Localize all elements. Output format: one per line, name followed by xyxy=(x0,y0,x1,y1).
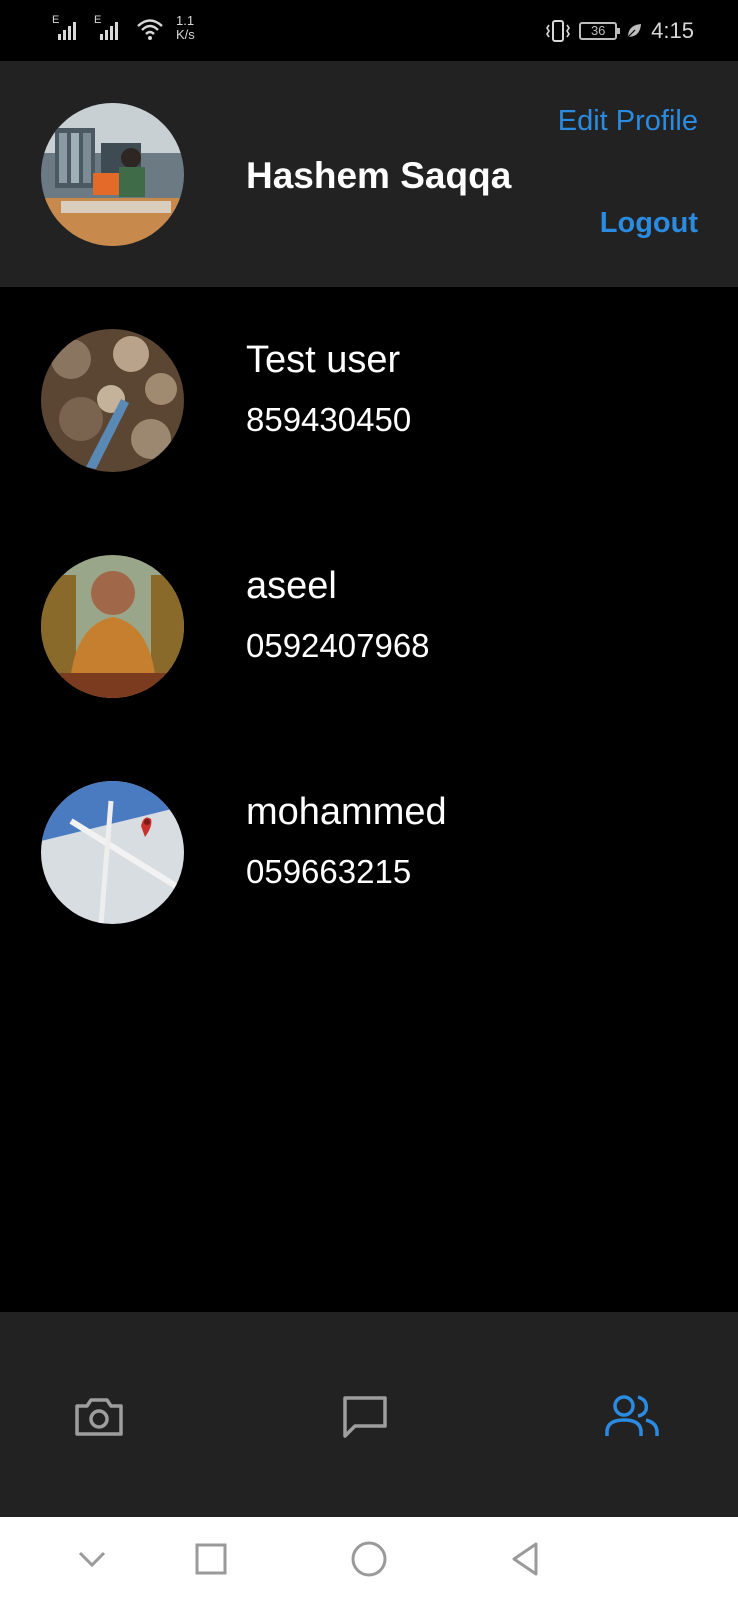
list-item[interactable]: mohammed 059663215 xyxy=(0,781,738,981)
contact-photo xyxy=(41,781,184,924)
system-nav-bar xyxy=(0,1517,738,1600)
battery-icon: 36 xyxy=(579,22,621,40)
avatar xyxy=(41,781,184,924)
contact-photo xyxy=(41,329,184,472)
users-icon xyxy=(605,1395,659,1436)
contact-phone: 0592407968 xyxy=(246,627,430,664)
wifi-icon xyxy=(137,19,163,40)
bottom-nav xyxy=(0,1312,738,1517)
collapse-button[interactable] xyxy=(72,1539,112,1579)
avatar xyxy=(41,329,184,472)
recents-button[interactable] xyxy=(191,1539,231,1579)
avatar[interactable] xyxy=(41,103,184,246)
camera-icon xyxy=(75,1398,123,1436)
speed-value: 1.1 xyxy=(176,13,195,28)
logout-button[interactable]: Logout xyxy=(600,207,698,240)
collapse-icon xyxy=(78,1551,106,1568)
back-button[interactable] xyxy=(506,1539,546,1579)
contact-name: aseel xyxy=(246,565,337,607)
speed-unit: K/s xyxy=(176,27,195,42)
profile-name: Hashem Saqqa xyxy=(246,155,512,196)
profile-header: Hashem Saqqa Edit Profile Logout xyxy=(0,61,738,287)
signal-icon: E xyxy=(52,14,82,42)
camera-tab[interactable] xyxy=(71,1392,127,1440)
list-item[interactable]: aseel 0592407968 xyxy=(0,555,738,755)
chat-tab[interactable] xyxy=(337,1392,393,1440)
contact-phone: 859430450 xyxy=(246,401,412,438)
vibrate-icon xyxy=(546,20,571,42)
contact-photo xyxy=(41,555,184,698)
clock: 4:15 xyxy=(651,18,694,43)
list-item[interactable]: Test user 859430450 xyxy=(0,329,738,529)
users-tab[interactable] xyxy=(604,1392,660,1440)
network-speed: 1.1 K/s xyxy=(176,14,195,42)
recents-icon xyxy=(195,1543,227,1575)
profile-photo xyxy=(41,103,184,246)
contact-name: Test user xyxy=(246,339,401,381)
status-bar-right: 36 4:15 xyxy=(545,18,694,44)
status-bar-left: E E 1.1 K/s xyxy=(52,14,195,42)
edit-profile-button[interactable]: Edit Profile xyxy=(558,105,698,138)
chat-icon xyxy=(343,1396,387,1438)
contact-name: mohammed xyxy=(246,791,447,833)
signal-icon: E xyxy=(94,14,124,42)
home-icon xyxy=(351,1541,387,1577)
leaf-icon xyxy=(627,24,642,38)
contact-phone: 059663215 xyxy=(246,853,412,890)
back-icon xyxy=(512,1542,538,1576)
avatar xyxy=(41,555,184,698)
status-bar: E E 1.1 K/s 36 4:15 xyxy=(0,0,738,61)
home-button[interactable] xyxy=(349,1539,389,1579)
